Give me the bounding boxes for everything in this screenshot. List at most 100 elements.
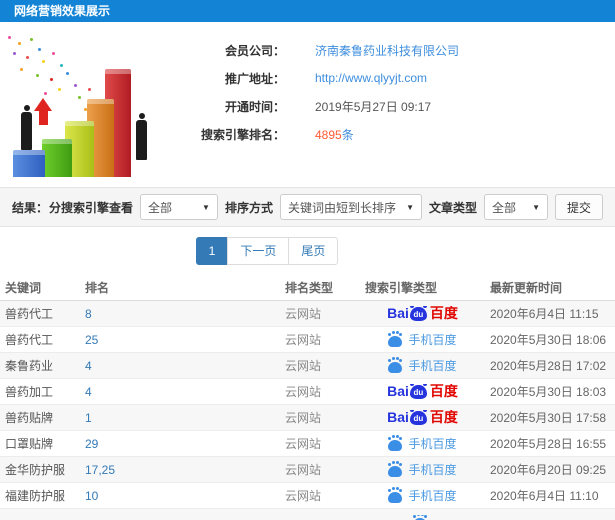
cell-engine <box>355 514 490 520</box>
table-header-row: 关键词 排名 排名类型 搜索引擎类型 最新更新时间 <box>0 275 615 301</box>
cell-rank-type: 云网站 <box>285 333 322 347</box>
cell-updated: 2020年5月30日 17:58 <box>490 411 607 425</box>
businessman-figure-left <box>21 105 32 150</box>
cell-updated: 2020年5月30日 18:06 <box>490 333 607 347</box>
filter-bar: 结果： 分搜索引擎查看 全部 ▼ 排序方式 关键词由短到长排序 ▼ 文章类型 全… <box>0 187 615 227</box>
clipart-bar-green <box>42 139 72 177</box>
promo-url-link[interactable]: http://www.qlyyjt.com <box>315 71 427 85</box>
info-section: 会员公司： 济南秦鲁药业科技有限公司 推广地址： http://www.qlyy… <box>0 22 615 187</box>
cell-engine: Bai du 百度 <box>355 306 490 321</box>
baidu-pc-logo-icon: Bai du 百度 <box>387 410 458 425</box>
table-row: 兽药贴牌 1 云网站 Bai du 百度 2020年5月30日 17:58 <box>0 405 615 431</box>
baidu-mobile-logo-icon: 手机百度 <box>388 357 457 374</box>
cell-engine: 手机百度 <box>355 331 490 348</box>
chevron-down-icon: ▼ <box>202 202 210 212</box>
paw-icon <box>388 462 403 477</box>
cell-engine: 手机百度 <box>355 461 490 478</box>
header-rank-type: 排名类型 <box>285 281 334 295</box>
baidu-mobile-logo-icon: 手机百度 <box>388 435 457 452</box>
cell-rank-type: 云网站 <box>285 385 322 399</box>
header-keyword: 关键词 <box>5 281 42 295</box>
table-row: 兽药代工 25 云网站 手机百度 2020年5月30日 18:06 <box>0 327 615 353</box>
cell-updated: 2020年6月4日 11:10 <box>490 489 599 503</box>
baidu-mobile-logo-icon <box>412 514 433 520</box>
chevron-down-icon: ▼ <box>532 202 540 212</box>
rank-count-number: 4895 <box>315 127 342 142</box>
header-engine-type: 搜索引擎类型 <box>365 281 438 295</box>
rank-count-label: 搜索引擎排名： <box>200 127 285 142</box>
cell-rank-type: 云网站 <box>285 437 322 451</box>
cell-keyword: 福建防护服 <box>5 489 66 503</box>
info-row-rank-count: 搜索引擎排名： 4895条 <box>175 120 615 148</box>
cell-updated: 2020年5月30日 18:03 <box>490 385 607 399</box>
open-time-value: 2019年5月27日 09:17 <box>315 99 432 114</box>
cell-keyword: 兽药贴牌 <box>5 411 54 425</box>
rank-count-unit[interactable]: 条 <box>342 128 354 142</box>
engine-select-value: 全部 <box>147 200 172 215</box>
cell-updated: 2020年6月4日 11:15 <box>490 307 599 321</box>
rank-link[interactable]: 29 <box>85 437 98 451</box>
bar-chart-clipart <box>0 30 175 180</box>
cell-keyword: 兽药代工 <box>5 307 54 321</box>
cell-engine: Bai du 百度 <box>355 384 490 399</box>
cell-keyword: 口罩贴牌 <box>5 437 54 451</box>
engine-filter-label: 分搜索引擎查看 <box>48 200 133 215</box>
company-link[interactable]: 济南秦鲁药业科技有限公司 <box>315 42 459 59</box>
businessman-figure-right <box>136 113 147 160</box>
rank-link[interactable]: 1 <box>85 411 92 425</box>
cell-rank-type: 云网站 <box>285 411 322 425</box>
info-row-url: 推广地址： http://www.qlyyjt.com <box>175 64 615 92</box>
rank-link[interactable]: 10 <box>85 489 98 503</box>
cell-rank-type: 云网站 <box>285 359 322 373</box>
cell-keyword: 秦鲁药业 <box>5 359 54 373</box>
page-title: 网络营销效果展示 <box>14 4 111 18</box>
baidu-mobile-logo-icon: 手机百度 <box>388 461 457 478</box>
cell-keyword: 兽药代工 <box>5 333 54 347</box>
sort-select-value: 关键词由短到长排序 <box>287 200 396 215</box>
filter-group: 分搜索引擎查看 全部 ▼ 排序方式 关键词由短到长排序 ▼ 文章类型 全部 ▼ … <box>49 194 603 220</box>
baidu-pc-logo-icon: Bai du 百度 <box>387 384 458 399</box>
table-row: 秦鲁药业 4 云网站 手机百度 2020年5月28日 17:02 <box>0 353 615 379</box>
chevron-down-icon: ▼ <box>406 202 414 212</box>
rank-link[interactable]: 4 <box>85 359 92 373</box>
sort-select[interactable]: 关键词由短到长排序 ▼ <box>279 194 422 220</box>
table-row: 兽药加工 4 云网站 Bai du 百度 2020年5月30日 18:03 <box>0 379 615 405</box>
article-type-select[interactable]: 全部 ▼ <box>484 194 548 220</box>
rank-link[interactable]: 4 <box>85 385 92 399</box>
table-row: 兽药代工 8 云网站 Bai du 百度 2020年6月4日 11:15 <box>0 301 615 327</box>
paw-icon <box>388 358 403 373</box>
table-row: 福建防护服 10 云网站 手机百度 2020年6月4日 11:10 <box>0 483 615 509</box>
engine-select[interactable]: 全部 ▼ <box>139 194 218 220</box>
cell-engine: 手机百度 <box>355 357 490 374</box>
rank-link[interactable]: 8 <box>85 307 92 321</box>
header-rank: 排名 <box>85 281 110 295</box>
cell-rank-type: 云网站 <box>285 307 322 321</box>
last-page-button[interactable]: 尾页 <box>288 237 339 265</box>
cell-updated: 2020年5月28日 16:55 <box>490 437 607 451</box>
info-row-open-time: 开通时间： 2019年5月27日 09:17 <box>175 92 615 120</box>
promo-url-label: 推广地址： <box>224 71 285 86</box>
up-arrow-icon <box>34 98 52 125</box>
cell-engine: Bai du 百度 <box>355 410 490 425</box>
cell-keyword: 金华防护服 <box>5 463 66 477</box>
table-row <box>0 509 615 520</box>
cell-rank-type: 云网站 <box>285 489 322 503</box>
member-info: 会员公司： 济南秦鲁药业科技有限公司 推广地址： http://www.qlyy… <box>175 22 615 187</box>
confetti-decoration <box>8 36 11 39</box>
result-label: 结果： <box>12 200 49 215</box>
baidu-pc-logo-icon: Bai du 百度 <box>387 306 458 321</box>
rank-link[interactable]: 25 <box>85 333 98 347</box>
baidu-mobile-logo-icon: 手机百度 <box>388 487 457 504</box>
baidu-mobile-logo-icon: 手机百度 <box>388 331 457 348</box>
rank-link[interactable]: 17,25 <box>85 463 115 477</box>
next-page-button[interactable]: 下一页 <box>227 237 290 265</box>
table-body: 兽药代工 8 云网站 Bai du 百度 2020年6月4日 11:15 兽药代工 … <box>0 301 615 520</box>
article-type-select-value: 全部 <box>492 200 517 215</box>
submit-button[interactable]: 提交 <box>555 194 603 220</box>
cell-keyword: 兽药加工 <box>5 385 54 399</box>
page-number-current[interactable]: 1 <box>195 237 229 265</box>
article-type-label: 文章类型 <box>428 200 477 215</box>
rank-count-value: 4895条 <box>315 126 354 143</box>
pagination: 1 下一页 尾页 <box>0 227 575 275</box>
paw-icon <box>388 488 403 503</box>
